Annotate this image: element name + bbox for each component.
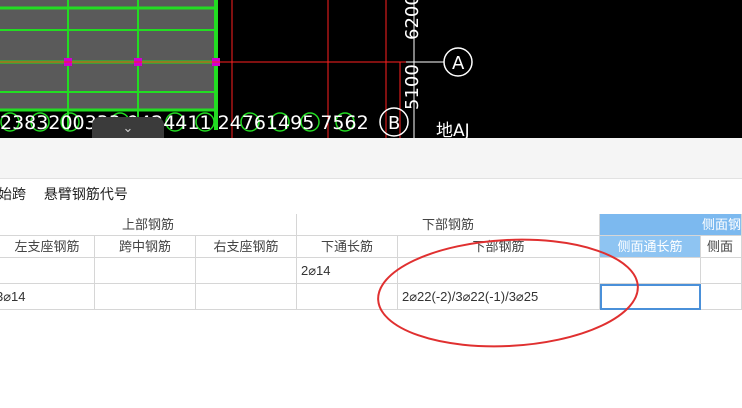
- column-right-support[interactable]: 右支座钢筋: [196, 236, 297, 258]
- cell-mid-span[interactable]: [95, 284, 196, 310]
- column-side-through[interactable]: 侧面通长筋: [600, 236, 701, 258]
- cell-right-support[interactable]: [196, 284, 297, 310]
- group-header-top: 上部钢筋: [0, 214, 297, 236]
- column-mid-span[interactable]: 跨中钢筋: [95, 236, 196, 258]
- cell-side-extra[interactable]: [701, 258, 742, 284]
- column-bottom-through[interactable]: 下通长筋: [297, 236, 398, 258]
- group-header-side: 侧面钢: [600, 214, 742, 236]
- cell-mid-span[interactable]: [95, 258, 196, 284]
- chevron-down-icon: ⌄: [122, 120, 134, 135]
- ground-label: 地AJ: [436, 121, 470, 138]
- group-header-bottom: 下部钢筋: [297, 214, 600, 236]
- cantilever-code-option[interactable]: 悬臂钢筋代号: [44, 186, 128, 202]
- cell-side-through-selected[interactable]: [600, 284, 701, 310]
- cell-side-through[interactable]: [600, 258, 701, 284]
- toolbar-strip: [0, 138, 742, 179]
- dimension-mid: 5100: [402, 64, 423, 110]
- start-span-option[interactable]: 始跨: [0, 186, 26, 202]
- cell-right-support[interactable]: [196, 258, 297, 284]
- cell-bottom-rebar[interactable]: [398, 258, 600, 284]
- cell-bottom-rebar[interactable]: 2⌀22(-2)/3⌀22(-1)/3⌀25: [398, 284, 600, 310]
- cad-viewport[interactable]: 2383200333 9424411 24761495 7562 6200 51…: [0, 0, 742, 138]
- cell-side-extra[interactable]: [701, 284, 742, 310]
- slab-grid: [0, 0, 220, 130]
- column-left-support[interactable]: 左支座钢筋: [0, 236, 95, 258]
- collapse-panel-button[interactable]: ⌄: [92, 117, 164, 138]
- column-side-extra[interactable]: 侧面: [701, 236, 742, 258]
- cell-left-support[interactable]: [0, 258, 95, 284]
- dimension-top: 6200: [402, 0, 423, 40]
- cell-bottom-through[interactable]: 2⌀14: [297, 258, 398, 284]
- cell-left-support[interactable]: 3⌀14: [0, 284, 95, 310]
- rebar-table: 上部钢筋 下部钢筋 侧面钢 左支座钢筋 跨中钢筋 右支座钢筋 下通长筋 下部钢筋…: [0, 214, 742, 314]
- options-row: 始跨 悬臂钢筋代号: [0, 184, 142, 210]
- overlapping-labels: 2383200333 9424411 24761495 7562: [0, 112, 369, 134]
- axis-a-label: A: [452, 53, 465, 74]
- axis-b-label: B: [388, 113, 400, 134]
- cell-bottom-through[interactable]: [297, 284, 398, 310]
- column-bottom-rebar[interactable]: 下部钢筋: [398, 236, 600, 258]
